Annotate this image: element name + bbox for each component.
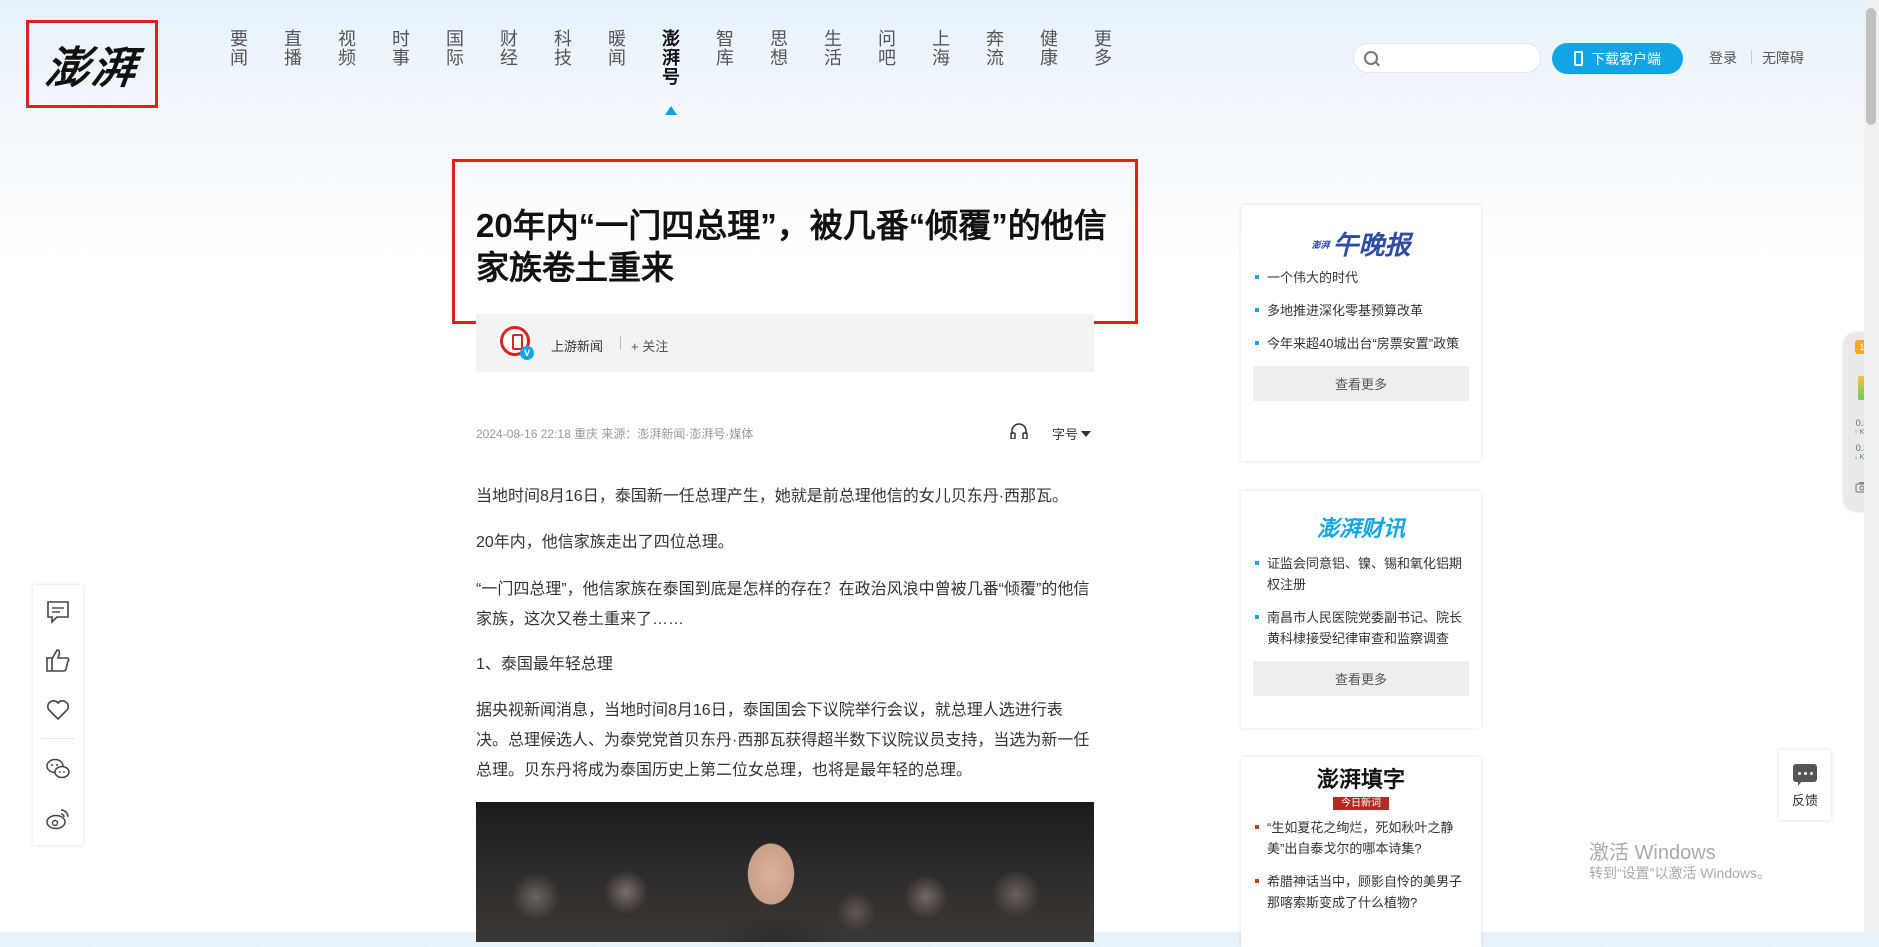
font-size-toggle[interactable]: 字号 (1052, 424, 1091, 443)
nav-item[interactable]: 思想 (752, 30, 806, 87)
nav-item[interactable]: 时事 (374, 30, 428, 87)
list-item[interactable]: “生如夏花之绚烂，死如秋叶之静美”出自泰戈尔的哪本诗集? (1255, 817, 1469, 859)
logo-prefix: 澎湃 (1311, 240, 1330, 250)
nav-item[interactable]: 健康 (1022, 30, 1076, 87)
paragraph: “一门四总理”，他信家族在泰国到底是怎样的存在？在政治风浪中曾被几番“倾覆”的他… (476, 581, 1090, 628)
nav-item[interactable]: 澎湃号 (644, 29, 698, 115)
scrollbar-track[interactable] (1864, 0, 1879, 932)
accessibility-link[interactable]: 无障碍 (1762, 48, 1804, 68)
paragraph: 20年内，他信家族走出了四位总理。 (476, 534, 734, 551)
nav-item[interactable]: 要闻 (212, 30, 266, 87)
nav-item[interactable]: 生活 (806, 30, 860, 87)
list-item[interactable]: 证监会同意铝、镍、锡和氧化铝期权注册 (1255, 553, 1469, 595)
nav-item[interactable]: 智库 (698, 30, 752, 87)
nav-item-label: 视频 (338, 29, 356, 68)
nav-item-label: 健康 (1040, 29, 1058, 68)
nav-item[interactable]: 视频 (320, 30, 374, 87)
logo-text: 澎湃填字 (1316, 767, 1405, 793)
article-title: 20年内“一门四总理”，被几番“倾覆”的他信家族卷土重来 (476, 207, 1107, 286)
view-more-button[interactable]: 查看更多 (1253, 366, 1469, 401)
nav-item[interactable]: 暖闻 (590, 30, 644, 87)
card-finance-news: 澎湃财讯 证监会同意铝、镍、锡和氧化铝期权注册 南昌市人民医院党委副书记、院长黄… (1241, 491, 1481, 728)
list-item[interactable]: 南昌市人民医院党委副书记、院长黄科棣接受纪律审查和监察调查 (1255, 607, 1469, 649)
nav-item-label: 国际 (446, 29, 464, 68)
feedback-button[interactable]: 反馈 (1779, 750, 1831, 820)
nav-item-label: 问吧 (878, 29, 896, 68)
nav-item-label: 智库 (716, 29, 734, 68)
download-app-button[interactable]: 下载客户端 (1552, 43, 1683, 74)
nav-item-label: 澎湃号 (662, 29, 680, 87)
paragraph: 当地时间8月16日，泰国新一任总理产生，她就是前总理他信的女儿贝东丹·西那瓦。 (476, 488, 1069, 505)
author-divider (620, 336, 621, 350)
windows-watermark-hint: 转到“设置”以激活 Windows。 (1589, 865, 1772, 881)
follow-button[interactable]: + 关注 (631, 336, 668, 355)
phone-icon (1574, 51, 1583, 66)
main-nav: 要闻 直播 视频 时事 国际 财经 科技 暖闻 澎湃号 智库 思想 生活 问吧 上海 奔流 健康 更多 (212, 29, 1130, 115)
nav-item-label: 生活 (824, 29, 842, 68)
search-input[interactable] (1386, 48, 1536, 70)
site-logo[interactable]: 澎湃 (26, 20, 158, 108)
verified-badge-icon: V (520, 346, 534, 360)
nav-item-label: 直播 (284, 29, 302, 68)
nav-item[interactable]: 更多 (1076, 30, 1130, 87)
view-more-button[interactable]: 查看更多 (1253, 661, 1469, 696)
author-name[interactable]: 上游新闻 (551, 336, 603, 355)
list-item[interactable]: 今年来超40城出台“房票安置”政策 (1255, 333, 1469, 354)
headphone-icon[interactable] (1010, 423, 1028, 439)
like-icon[interactable] (45, 647, 71, 673)
article-meta: 2024-08-16 22:18 重庆 来源：澎湃新闻·澎湃号·媒体 (476, 427, 754, 441)
paragraph: 据央视新闻消息，当地时间8月16日，泰国国会下议院举行会议，就总理人选进行表决。… (476, 702, 1090, 779)
download-label: 下载客户端 (1591, 50, 1661, 67)
nav-item-label: 暖闻 (608, 29, 626, 68)
favorite-icon[interactable] (45, 697, 71, 723)
nav-item-label: 时事 (392, 29, 410, 68)
comment-icon[interactable] (45, 599, 71, 625)
crossword-logo[interactable]: 澎湃填字 今日新词 (1241, 757, 1481, 817)
toolbar-divider (41, 738, 75, 739)
list-item[interactable]: 多地推进深化零基预算改革 (1255, 300, 1469, 321)
nav-item-label: 上海 (932, 29, 950, 68)
evening-news-logo[interactable]: 澎湃 午晚报 (1241, 205, 1481, 267)
nav-item[interactable]: 奔流 (968, 30, 1022, 87)
nav-item[interactable]: 上海 (914, 30, 968, 87)
list-item[interactable]: 一个伟大的时代 (1255, 267, 1469, 288)
scrollbar-thumb[interactable] (1866, 8, 1876, 125)
list-item[interactable]: 希腊神话当中，顾影自怜的美男子那喀索斯变成了什么植物? (1255, 871, 1469, 913)
logo-subtext: 今日新词 (1333, 797, 1389, 810)
logo-text: 午晚报 (1332, 230, 1411, 260)
weibo-icon[interactable] (45, 806, 71, 832)
share-toolbar (33, 585, 83, 845)
nav-item-label: 奔流 (986, 29, 1004, 68)
search-icon (1364, 51, 1378, 65)
logo-text: 澎湃 (42, 43, 141, 94)
header-divider (1751, 50, 1752, 64)
nav-item[interactable]: 国际 (428, 30, 482, 87)
wechat-icon[interactable] (45, 756, 71, 782)
nav-item-label: 更多 (1094, 29, 1112, 68)
windows-watermark-title: 激活 Windows (1589, 842, 1716, 864)
nav-item-label: 科技 (554, 29, 572, 68)
nav-item[interactable]: 财经 (482, 30, 536, 87)
nav-item-label: 要闻 (230, 29, 248, 68)
card-crossword: 澎湃填字 今日新词 “生如夏花之绚烂，死如秋叶之静美”出自泰戈尔的哪本诗集? 希… (1241, 757, 1481, 947)
finance-news-logo[interactable]: 澎湃财讯 (1241, 491, 1481, 553)
nav-item[interactable]: 问吧 (860, 30, 914, 87)
card-evening-news: 澎湃 午晚报 一个伟大的时代 多地推进深化零基预算改革 今年来超40城出台“房票安… (1241, 205, 1481, 461)
nav-item[interactable]: 科技 (536, 30, 590, 87)
nav-item-label: 财经 (500, 29, 518, 68)
article-photo[interactable] (476, 802, 1094, 942)
nav-item-label: 思想 (770, 29, 788, 68)
nav-item[interactable]: 直播 (266, 30, 320, 87)
feedback-icon (1793, 764, 1817, 786)
active-indicator-icon (665, 106, 677, 115)
section-heading: 1、泰国最年轻总理 (476, 656, 613, 673)
search-box[interactable] (1353, 43, 1541, 73)
login-link[interactable]: 登录 (1709, 48, 1737, 68)
feedback-label: 反馈 (1791, 793, 1818, 808)
